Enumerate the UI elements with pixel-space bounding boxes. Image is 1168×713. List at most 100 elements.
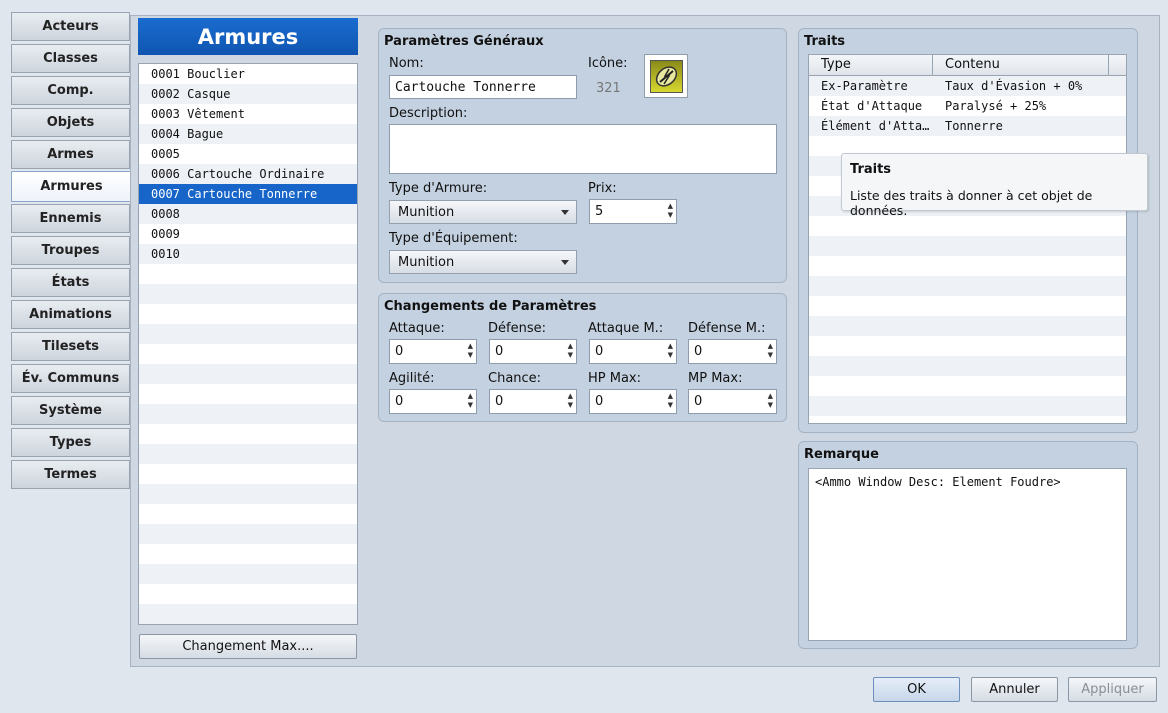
empty-row [139,484,357,504]
traits-title: Traits [804,34,846,49]
empty-row [139,544,357,564]
tab-etats[interactable]: États [11,268,130,297]
tab-classes[interactable]: Classes [11,44,130,73]
list-item[interactable]: 0008 [139,204,357,224]
armor-list[interactable]: 0001 Bouclier 0002 Casque 0003 Vêtement … [138,63,358,625]
note-textarea[interactable]: <Ammo Window Desc: Element Foudre> [808,468,1127,641]
traits-table[interactable]: Type Contenu Ex-Paramètre Taux d'Évasion … [808,54,1127,424]
list-item[interactable]: 0004 Bague [139,124,357,144]
spin-arrows-icon[interactable]: ▲ ▼ [668,202,673,220]
tab-troupes[interactable]: Troupes [11,236,130,265]
tab-label: Animations [29,307,112,322]
change-max-button[interactable]: Changement Max.... [139,634,357,659]
lightning-cartridge-icon [650,60,683,93]
icon-picker[interactable] [644,54,688,98]
trait-content: Paralysé + 25% [945,99,1047,113]
list-item[interactable]: 0001 Bouclier [139,64,357,84]
tab-label: Objets [46,115,95,130]
tab-objets[interactable]: Objets [11,108,130,137]
empty-row [139,384,357,404]
param-label: MP Max: [688,371,743,386]
chevron-down-icon [561,260,569,265]
spin-arrows-icon[interactable]: ▲ ▼ [668,342,673,360]
agility-stepper[interactable]: 0 ▲ ▼ [389,389,477,414]
tab-ev-communs[interactable]: Év. Communs [11,364,130,393]
param-value: 0 [694,394,703,409]
tab-label: États [51,275,90,290]
ok-button[interactable]: OK [873,677,960,702]
price-stepper[interactable]: 5 ▲ ▼ [589,199,677,224]
tab-types[interactable]: Types [11,428,130,457]
empty-row [139,344,357,364]
name-field[interactable]: Cartouche Tonnerre [389,75,577,99]
list-item[interactable]: 0006 Cartouche Ordinaire [139,164,357,184]
param-changes-title: Changements de Paramètres [384,299,597,314]
trait-content: Tonnerre [945,119,1003,133]
empty-row [139,584,357,604]
tab-label: Troupes [41,243,100,258]
list-item[interactable]: 0005 [139,144,357,164]
empty-row [139,444,357,464]
trait-type: Élément d'Atta… [821,119,930,133]
spin-arrows-icon[interactable]: ▲ ▼ [468,392,473,410]
empty-row [809,216,1126,236]
trait-type: État d'Attaque [821,99,923,113]
param-value: 0 [395,344,404,359]
list-title: Armures [138,18,358,55]
table-row[interactable]: Ex-Paramètre Taux d'Évasion + 0% [809,76,1126,96]
apply-button[interactable]: Appliquer [1068,677,1157,702]
table-row[interactable]: Élément d'Atta… Tonnerre [809,116,1126,136]
tab-tilesets[interactable]: Tilesets [11,332,130,361]
tab-label: Armes [47,147,94,162]
luck-stepper[interactable]: 0 ▲ ▼ [489,389,577,414]
empty-row [139,264,357,284]
empty-row [809,356,1126,376]
tab-termes[interactable]: Termes [11,460,130,489]
tab-systeme[interactable]: Système [11,396,130,425]
col-content-header[interactable]: Contenu [933,55,1109,75]
armor-type-select[interactable]: Munition [389,200,577,224]
list-item[interactable]: 0003 Vêtement [139,104,357,124]
param-value: 0 [595,344,604,359]
spin-arrows-icon[interactable]: ▲ ▼ [568,342,573,360]
cancel-button[interactable]: Annuler [971,677,1058,702]
list-item-selected[interactable]: 0007 Cartouche Tonnerre [139,184,357,204]
tab-animations[interactable]: Animations [11,300,130,329]
col-type-header[interactable]: Type [809,55,933,75]
defense-stepper[interactable]: 0 ▲ ▼ [489,339,577,364]
attack-stepper[interactable]: 0 ▲ ▼ [389,339,477,364]
table-row[interactable]: État d'Attaque Paralysé + 25% [809,96,1126,116]
empty-row [809,396,1126,416]
price-label: Prix: [588,181,617,196]
param-value: 0 [495,394,504,409]
param-label: Défense M.: [688,321,766,336]
list-item[interactable]: 0002 Casque [139,84,357,104]
empty-row [809,316,1126,336]
magic-attack-stepper[interactable]: 0 ▲ ▼ [589,339,677,364]
tab-label: Types [49,435,92,450]
empty-row [809,236,1126,256]
tab-acteurs[interactable]: Acteurs [11,12,130,41]
tab-label: Tilesets [41,339,100,354]
spin-arrows-icon[interactable]: ▲ ▼ [568,392,573,410]
max-hp-stepper[interactable]: 0 ▲ ▼ [589,389,677,414]
list-item[interactable]: 0010 [139,244,357,264]
spin-arrows-icon[interactable]: ▲ ▼ [768,342,773,360]
tab-ennemis[interactable]: Ennemis [11,204,130,233]
empty-row [139,424,357,444]
spin-arrows-icon[interactable]: ▲ ▼ [668,392,673,410]
tab-armures[interactable]: Armures [11,171,132,202]
param-value: 0 [595,394,604,409]
tab-armes[interactable]: Armes [11,140,130,169]
list-item[interactable]: 0009 [139,224,357,244]
magic-defense-stepper[interactable]: 0 ▲ ▼ [688,339,777,364]
note-text: <Ammo Window Desc: Element Foudre> [815,475,1061,489]
description-field[interactable] [389,124,777,174]
tab-comp[interactable]: Comp. [11,76,130,105]
equip-type-select[interactable]: Munition [389,250,577,274]
spin-arrows-icon[interactable]: ▲ ▼ [468,342,473,360]
trait-type: Ex-Paramètre [821,79,908,93]
max-mp-stepper[interactable]: 0 ▲ ▼ [688,389,777,414]
chevron-down-icon [561,210,569,215]
spin-arrows-icon[interactable]: ▲ ▼ [768,392,773,410]
